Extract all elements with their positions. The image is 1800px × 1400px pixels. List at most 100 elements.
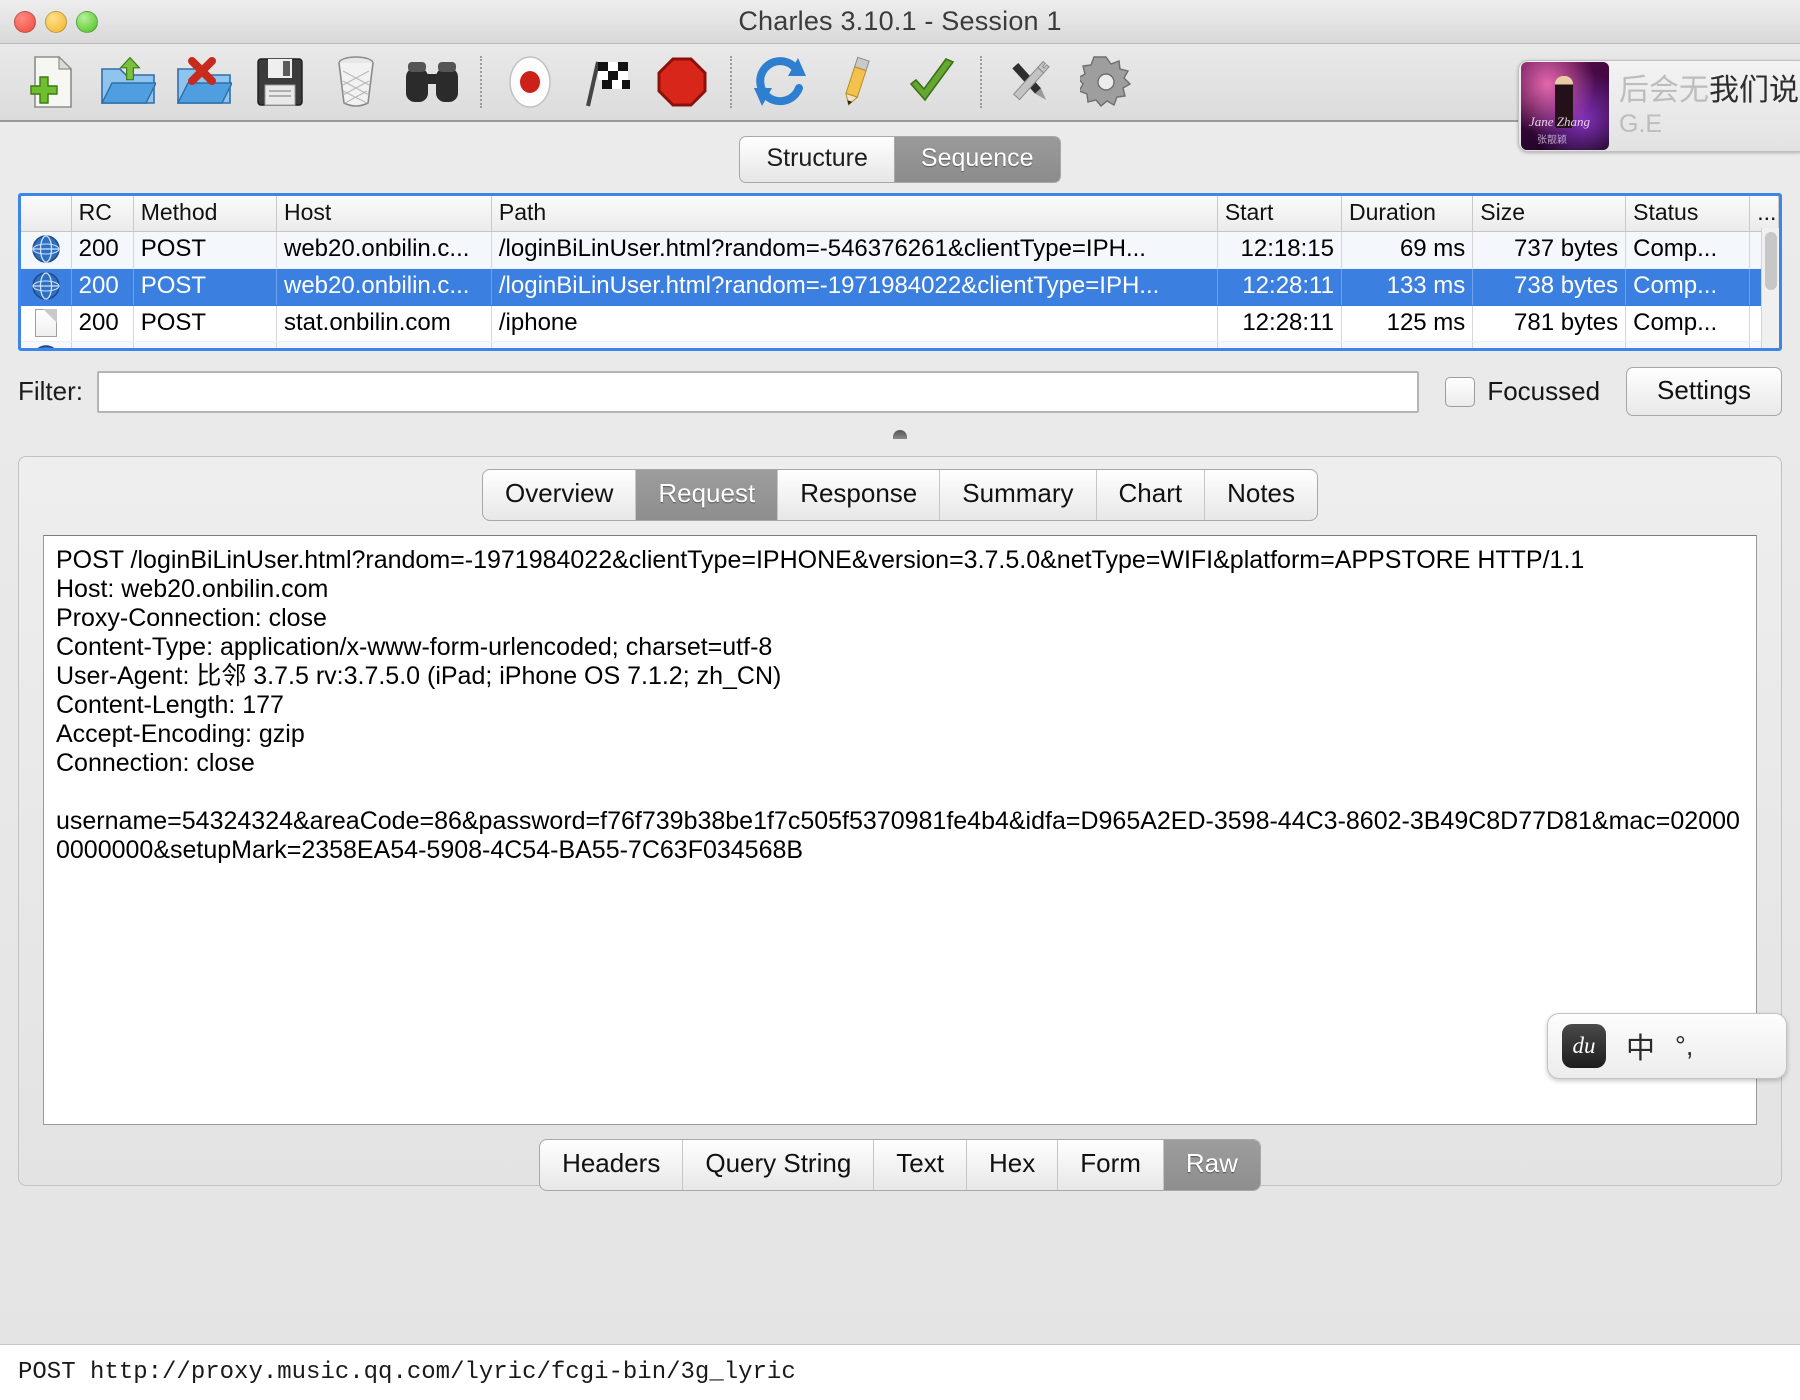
- breakpoints-icon[interactable]: [644, 46, 720, 118]
- tab-request[interactable]: Request: [636, 470, 779, 520]
- record-icon[interactable]: [492, 46, 568, 118]
- cell-method: POST: [133, 268, 277, 306]
- tab-hex[interactable]: Hex: [967, 1140, 1059, 1190]
- ime-logo-icon: du: [1562, 1024, 1606, 1068]
- tab-summary[interactable]: Summary: [940, 470, 1097, 520]
- ime-language-toggle[interactable]: 中: [1626, 1025, 1655, 1067]
- col-path[interactable]: Path: [491, 196, 1218, 232]
- tab-structure[interactable]: Structure: [739, 136, 895, 183]
- focussed-toggle[interactable]: Focussed: [1419, 376, 1626, 407]
- music-now-playing-widget[interactable]: Jane Zhang 张靓颖 后会无我们说 G.E: [1518, 60, 1800, 152]
- col-status[interactable]: Status: [1625, 196, 1751, 232]
- music-artist: G.E: [1619, 110, 1663, 139]
- cell-host: web20.onbilin.c...: [276, 268, 492, 306]
- cell-path: /loginBiLinUser.html?random=-546376261&c…: [491, 231, 1218, 269]
- throttle-icon[interactable]: [568, 46, 644, 118]
- cell-start: 12:18:15: [1217, 231, 1342, 269]
- compose-icon[interactable]: [818, 46, 894, 118]
- cell-status: Comp...: [1625, 268, 1751, 306]
- col-method[interactable]: Method: [133, 196, 277, 232]
- tab-notes[interactable]: Notes: [1205, 470, 1317, 520]
- row-document-icon: [21, 305, 72, 342]
- cell-start: 12:28:11: [1217, 305, 1342, 342]
- table-header-row: RC Method Host Path Start Duration Size …: [21, 196, 1779, 232]
- col-start[interactable]: Start: [1217, 196, 1342, 232]
- main-toolbar: Jane Zhang 张靓颖 后会无我们说 G.E: [0, 44, 1800, 152]
- col-size[interactable]: Size: [1472, 196, 1627, 232]
- cell-start: 12:28:11: [1217, 341, 1342, 348]
- detail-panel: Overview Request Response Summary Chart …: [18, 456, 1787, 1191]
- format-tabbar: Headers Query String Text Hex Form Raw: [29, 1139, 1771, 1191]
- charles-window: Charles 3.10.1 - Session 1 Jane Zhang 张靓…: [0, 0, 1800, 1400]
- music-title-ghost: 后会无: [1619, 73, 1709, 107]
- settings-button[interactable]: Settings: [1626, 367, 1782, 416]
- tab-overview[interactable]: Overview: [483, 470, 637, 520]
- album-art: Jane Zhang 张靓颖: [1521, 62, 1609, 150]
- cell-duration: 133 ms: [1341, 268, 1474, 306]
- focussed-checkbox[interactable]: [1445, 376, 1476, 407]
- table-row-partial[interactable]: 200 POST web20.onbilin.c... /loginBiLinU…: [21, 341, 1779, 348]
- cell-duration: 125 ms: [1341, 305, 1474, 342]
- filter-bar: Filter: Focussed Settings: [18, 367, 1782, 416]
- session-table[interactable]: RC Method Host Path Start Duration Size …: [18, 193, 1782, 351]
- session-table-scrollbar[interactable]: [1761, 228, 1779, 348]
- cell-size: 738 bytes: [1472, 268, 1627, 306]
- window-titlebar: Charles 3.10.1 - Session 1: [0, 0, 1800, 44]
- validate-icon[interactable]: [894, 46, 970, 118]
- row-globe-icon: [21, 268, 72, 306]
- tab-form[interactable]: Form: [1058, 1140, 1164, 1190]
- col-rc[interactable]: RC: [71, 196, 134, 232]
- ime-punctuation-toggle[interactable]: °,: [1675, 1031, 1693, 1062]
- settings-gear-icon[interactable]: [1068, 46, 1144, 118]
- open-session-icon[interactable]: [90, 46, 166, 118]
- panel-splitter[interactable]: [0, 422, 1800, 456]
- status-bar-text: POST http://proxy.music.qq.com/lyric/fcg…: [18, 1359, 796, 1386]
- find-icon[interactable]: [394, 46, 470, 118]
- row-globe-icon: [21, 231, 72, 269]
- raw-request-text: POST /loginBiLinUser.html?random=-197198…: [56, 546, 1740, 864]
- col-host[interactable]: Host: [276, 196, 492, 232]
- tab-query-string[interactable]: Query String: [683, 1140, 875, 1190]
- tab-raw[interactable]: Raw: [1163, 1140, 1260, 1190]
- cell-path: /loginBiLinUser.html?random=-1222222122&…: [491, 341, 1218, 348]
- cell-host: web20.onbilin.c...: [276, 231, 492, 269]
- cell-rc: 200: [71, 268, 134, 306]
- col-more[interactable]: ...: [1749, 196, 1779, 232]
- cell-method: POST: [133, 305, 277, 342]
- toolbar-separator: [730, 56, 732, 108]
- new-session-icon[interactable]: [14, 46, 90, 118]
- toolbar-separator: [980, 56, 982, 108]
- table-row[interactable]: 200 POST web20.onbilin.c... /loginBiLinU…: [21, 231, 1779, 269]
- tab-response[interactable]: Response: [778, 470, 941, 520]
- cell-method: POST: [133, 231, 277, 269]
- close-session-icon[interactable]: [166, 46, 242, 118]
- cell-status: Comp...: [1625, 341, 1751, 348]
- music-title: 我们说: [1709, 73, 1799, 107]
- cell-rc: 200: [71, 341, 134, 348]
- tab-text[interactable]: Text: [874, 1140, 967, 1190]
- table-row[interactable]: 200 POST stat.onbilin.com /iphone 12:28:…: [21, 305, 1779, 342]
- tools-icon[interactable]: [992, 46, 1068, 118]
- cell-duration: 99 ms: [1341, 341, 1474, 348]
- tab-chart[interactable]: Chart: [1097, 470, 1206, 520]
- ime-status-widget[interactable]: du 中 °,: [1547, 1013, 1787, 1079]
- repeat-icon[interactable]: [742, 46, 818, 118]
- cell-host: web20.onbilin.c...: [276, 341, 492, 348]
- col-icon[interactable]: [21, 196, 72, 232]
- album-signature: Jane Zhang: [1529, 114, 1591, 129]
- tab-sequence[interactable]: Sequence: [894, 136, 1061, 183]
- table-row[interactable]: 200 POST web20.onbilin.c... /loginBiLinU…: [21, 268, 1779, 306]
- clear-session-icon[interactable]: [318, 46, 394, 118]
- toolbar-separator: [480, 56, 482, 108]
- cell-start: 12:28:11: [1217, 268, 1342, 306]
- scrollbar-thumb[interactable]: [1765, 232, 1777, 290]
- splitter-grip-icon[interactable]: [893, 430, 907, 439]
- tab-headers[interactable]: Headers: [540, 1140, 684, 1190]
- save-session-icon[interactable]: [242, 46, 318, 118]
- col-duration[interactable]: Duration: [1341, 196, 1474, 232]
- cell-size: 738 bytes: [1472, 341, 1627, 348]
- cell-status: Comp...: [1625, 305, 1751, 342]
- filter-input[interactable]: [97, 370, 1420, 413]
- cell-size: 737 bytes: [1472, 231, 1627, 269]
- raw-request-view[interactable]: POST /loginBiLinUser.html?random=-197198…: [43, 535, 1757, 1125]
